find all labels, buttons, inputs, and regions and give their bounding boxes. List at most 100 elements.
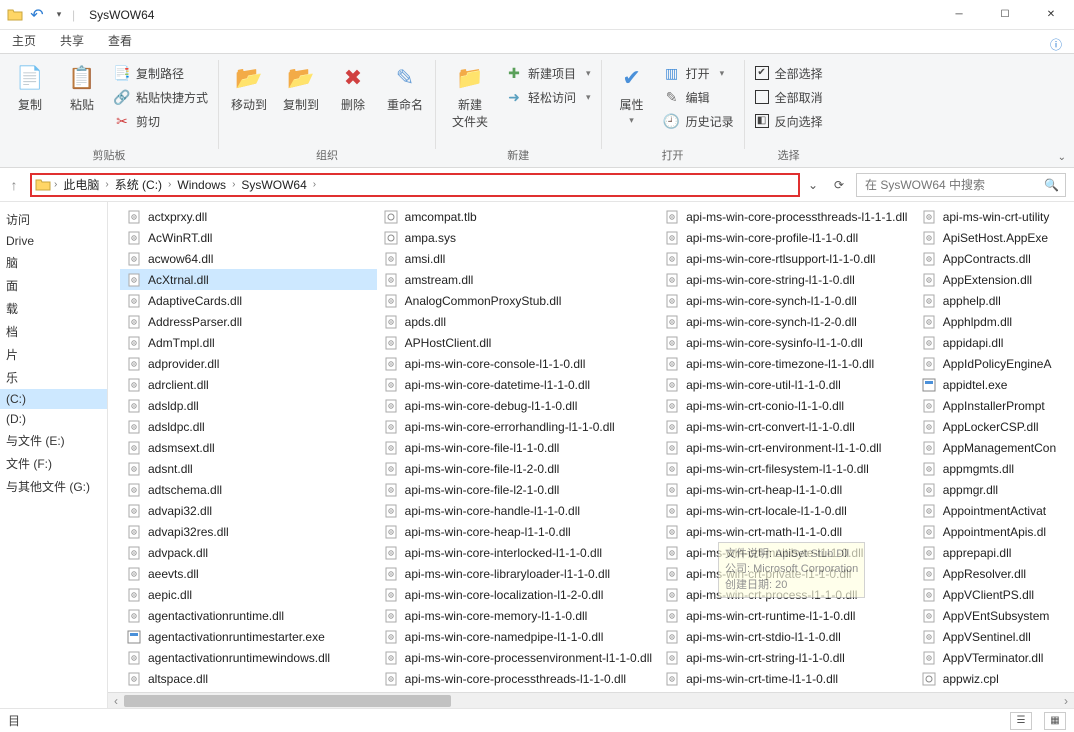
file-item[interactable]: AnalogCommonProxyStub.dll bbox=[377, 290, 658, 311]
new-folder-button[interactable]: 📁新建 文件夹 bbox=[442, 58, 498, 130]
file-item[interactable]: api-ms-win-core-util-l1-1-0.dll bbox=[658, 374, 915, 395]
file-item[interactable]: api-ms-win-core-file-l1-2-0.dll bbox=[377, 458, 658, 479]
file-item[interactable]: apphelp.dll bbox=[915, 290, 1074, 311]
file-item[interactable]: api-ms-win-crt-runtime-l1-1-0.dll bbox=[658, 605, 915, 626]
file-item[interactable]: api-ms-win-crt-convert-l1-1-0.dll bbox=[658, 416, 915, 437]
details-view-button[interactable]: ☰ bbox=[1010, 712, 1032, 730]
file-item[interactable]: agentactivationruntimewindows.dll bbox=[120, 647, 377, 668]
open-button[interactable]: ▥打开▾ bbox=[660, 62, 738, 84]
search-box[interactable]: 🔍 bbox=[856, 173, 1066, 197]
copy-to-button[interactable]: 📂复制到 bbox=[277, 58, 325, 113]
file-item[interactable]: agentactivationruntime.dll bbox=[120, 605, 377, 626]
file-item[interactable]: api-ms-win-core-localization-l1-2-0.dll bbox=[377, 584, 658, 605]
select-none-button[interactable]: 全部取消 bbox=[751, 86, 827, 108]
file-item[interactable]: altspace.dll bbox=[120, 668, 377, 689]
rename-button[interactable]: ✎重命名 bbox=[381, 58, 429, 113]
file-item[interactable]: AppVClientPS.dll bbox=[915, 584, 1074, 605]
nav-item[interactable]: 访问 bbox=[0, 208, 107, 231]
file-item[interactable]: api-ms-win-core-processthreads-l1-1-1.dl… bbox=[658, 206, 915, 227]
chevron-right-icon[interactable]: › bbox=[54, 179, 57, 190]
collapse-ribbon-icon[interactable]: ⌄ bbox=[1058, 152, 1066, 163]
paste-button[interactable]: 📋粘贴 bbox=[58, 58, 106, 113]
icons-view-button[interactable]: ▦ bbox=[1044, 712, 1066, 730]
tab-view[interactable]: 查看 bbox=[96, 28, 144, 53]
horizontal-scrollbar[interactable]: ‹ › bbox=[108, 692, 1074, 708]
file-item[interactable]: AppointmentActivat bbox=[915, 500, 1074, 521]
file-item[interactable]: AdaptiveCards.dll bbox=[120, 290, 377, 311]
scrollbar-thumb[interactable] bbox=[124, 695, 451, 707]
file-item[interactable]: amstream.dll bbox=[377, 269, 658, 290]
nav-item[interactable]: Drive bbox=[0, 231, 107, 251]
up-button[interactable]: ↑ bbox=[2, 173, 26, 197]
file-item[interactable]: api-ms-win-core-memory-l1-1-0.dll bbox=[377, 605, 658, 626]
file-item[interactable]: AppVSentinel.dll bbox=[915, 626, 1074, 647]
file-item[interactable]: adsldpc.dll bbox=[120, 416, 377, 437]
file-item[interactable]: AppVTerminator.dll bbox=[915, 647, 1074, 668]
file-item[interactable]: api-ms-win-crt-process-l1-1-0.dll bbox=[658, 584, 915, 605]
file-item[interactable]: api-ms-win-core-sysinfo-l1-1-0.dll bbox=[658, 332, 915, 353]
qat-dropdown-icon[interactable]: ▾ bbox=[50, 6, 68, 24]
file-item[interactable]: api-ms-win-crt-conio-l1-1-0.dll bbox=[658, 395, 915, 416]
search-input[interactable] bbox=[863, 177, 1038, 193]
file-item[interactable]: apprepapi.dll bbox=[915, 542, 1074, 563]
file-item[interactable]: api-ms-win-core-profile-l1-1-0.dll bbox=[658, 227, 915, 248]
file-item[interactable]: appidtel.exe bbox=[915, 374, 1074, 395]
refresh-button[interactable]: ⟳ bbox=[826, 178, 852, 192]
copy-path-button[interactable]: 📑复制路径 bbox=[110, 62, 212, 84]
file-item[interactable]: api-ms-win-core-interlocked-l1-1-0.dll bbox=[377, 542, 658, 563]
cut-button[interactable]: ✂剪切 bbox=[110, 110, 212, 132]
file-item[interactable]: amsi.dll bbox=[377, 248, 658, 269]
file-item[interactable]: AppLockerCSP.dll bbox=[915, 416, 1074, 437]
file-item[interactable]: AppManagementCon bbox=[915, 437, 1074, 458]
file-item[interactable]: api-ms-win-core-synch-l1-2-0.dll bbox=[658, 311, 915, 332]
search-icon[interactable]: 🔍 bbox=[1044, 178, 1059, 192]
file-item[interactable]: APHostClient.dll bbox=[377, 332, 658, 353]
file-item[interactable]: AppExtension.dll bbox=[915, 269, 1074, 290]
file-item[interactable]: appmgr.dll bbox=[915, 479, 1074, 500]
file-item[interactable]: adsldp.dll bbox=[120, 395, 377, 416]
file-item[interactable]: appwiz.cpl bbox=[915, 668, 1074, 689]
file-item[interactable]: api-ms-win-crt-stdio-l1-1-0.dll bbox=[658, 626, 915, 647]
new-item-button[interactable]: ✚新建项目▾ bbox=[502, 62, 595, 84]
history-button[interactable]: 🕘历史记录 bbox=[660, 110, 738, 132]
maximize-button[interactable]: ☐ bbox=[982, 0, 1028, 30]
chevron-right-icon[interactable]: › bbox=[313, 179, 316, 190]
minimize-button[interactable]: ─ bbox=[936, 0, 982, 30]
file-item[interactable]: advapi32.dll bbox=[120, 500, 377, 521]
file-item[interactable]: apds.dll bbox=[377, 311, 658, 332]
close-button[interactable]: ✕ bbox=[1028, 0, 1074, 30]
file-item[interactable]: api-ms-win-core-handle-l1-1-0.dll bbox=[377, 500, 658, 521]
file-item[interactable]: AdmTmpl.dll bbox=[120, 332, 377, 353]
file-item[interactable]: AppIdPolicyEngineA bbox=[915, 353, 1074, 374]
file-item[interactable]: api-ms-win-core-datetime-l1-1-0.dll bbox=[377, 374, 658, 395]
file-item[interactable]: AcWinRT.dll bbox=[120, 227, 377, 248]
edit-button[interactable]: ✎编辑 bbox=[660, 86, 738, 108]
file-item[interactable]: api-ms-win-core-file-l2-1-0.dll bbox=[377, 479, 658, 500]
file-item[interactable]: amcompat.tlb bbox=[377, 206, 658, 227]
nav-item[interactable]: 脑 bbox=[0, 251, 107, 274]
nav-item[interactable]: 面 bbox=[0, 274, 107, 297]
file-item[interactable]: api-ms-win-core-file-l1-1-0.dll bbox=[377, 437, 658, 458]
help-icon[interactable]: ⓘ bbox=[1050, 36, 1062, 53]
nav-item[interactable]: (C:) bbox=[0, 389, 107, 409]
file-item[interactable]: api-ms-win-core-synch-l1-1-0.dll bbox=[658, 290, 915, 311]
easy-access-button[interactable]: ➜轻松访问▾ bbox=[502, 86, 595, 108]
file-item[interactable]: api-ms-win-crt-string-l1-1-0.dll bbox=[658, 647, 915, 668]
nav-item[interactable]: 与文件 (E:) bbox=[0, 429, 107, 452]
file-item[interactable]: ApiSetHost.AppExe bbox=[915, 227, 1074, 248]
file-item[interactable]: api-ms-win-crt-math-l1-1-0.dll bbox=[658, 521, 915, 542]
nav-item[interactable]: 乐 bbox=[0, 366, 107, 389]
file-item[interactable]: advpack.dll bbox=[120, 542, 377, 563]
copy-button[interactable]: 📄复制 bbox=[6, 58, 54, 113]
file-item[interactable]: adprovider.dll bbox=[120, 353, 377, 374]
paste-shortcut-button[interactable]: 🔗粘贴快捷方式 bbox=[110, 86, 212, 108]
file-item[interactable]: AppContracts.dll bbox=[915, 248, 1074, 269]
file-item[interactable]: api-ms-win-core-processthreads-l1-1-0.dl… bbox=[377, 668, 658, 689]
breadcrumb[interactable]: › 此电脑 › 系统 (C:) › Windows › SysWOW64 › bbox=[30, 173, 800, 197]
file-item[interactable]: ampa.sys bbox=[377, 227, 658, 248]
file-item[interactable]: adrclient.dll bbox=[120, 374, 377, 395]
file-item[interactable]: actxprxy.dll bbox=[120, 206, 377, 227]
breadcrumb-segment[interactable]: Windows bbox=[173, 178, 230, 192]
file-item[interactable]: appmgmts.dll bbox=[915, 458, 1074, 479]
file-item[interactable]: api-ms-win-crt-private-l1-1-0.dll bbox=[658, 563, 915, 584]
